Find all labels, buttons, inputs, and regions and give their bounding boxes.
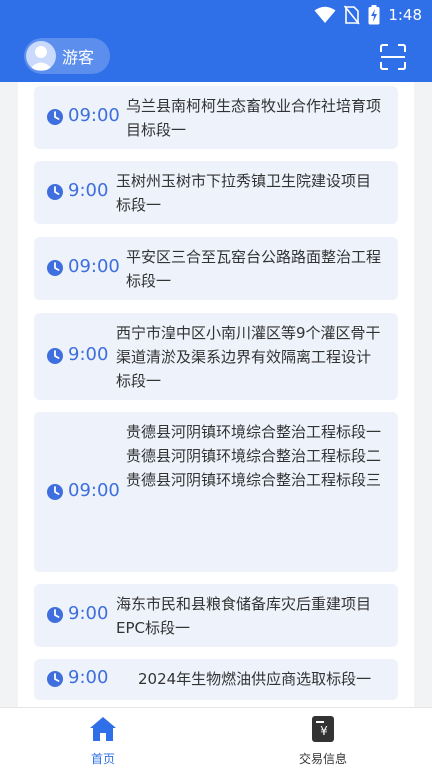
clock-icon — [47, 260, 63, 276]
schedule-title: 贵德县河阴镇环境综合整治工程标段一 — [126, 423, 382, 441]
nav-trade-info-label: 交易信息 — [298, 752, 347, 766]
user-icon — [29, 46, 53, 70]
clock-icon — [47, 348, 63, 364]
schedule-titles: 玉树州玉树市下拉秀镇卫生院建设项目标段一 — [116, 169, 384, 217]
trade-info-icon: ¥ — [312, 716, 334, 742]
clock-icon — [47, 109, 63, 125]
bottom-navigation: 首页 ¥ 交易信息 — [0, 707, 432, 768]
clock-icon — [47, 671, 63, 687]
schedule-titles: 平安区三合至瓦窑台公路路面整治工程标段一 — [126, 245, 384, 293]
clock-icon — [47, 184, 63, 200]
no-sim-icon — [344, 5, 360, 25]
schedule-title: 西宁市湟中区小南川灌区等9个灌区骨干渠道清淤及渠系边界有效隔离工程设计标段一 — [116, 324, 381, 390]
schedule-titles: 贵德县河阴镇环境综合整治工程标段一 贵德县河阴镇环境综合整治工程标段二 贵德县河阴镇… — [126, 420, 384, 492]
scan-icon[interactable] — [380, 44, 406, 70]
schedule-title: 海东市民和县粮食储备库灾后重建项目 EPC标段一 — [116, 595, 372, 637]
schedule-item[interactable]: 09:00 平安区三合至瓦窑台公路路面整治工程标段一 — [34, 237, 398, 300]
nav-home-label: 首页 — [90, 752, 115, 766]
schedule-title: 平安区三合至瓦窑台公路路面整治工程标段一 — [126, 248, 382, 290]
clock-icon — [47, 607, 63, 623]
status-time: 1:48 — [388, 6, 422, 24]
schedule-title: 乌兰县南柯柯生态畜牧业合作社培育项目标段一 — [126, 97, 382, 139]
wifi-icon — [314, 6, 336, 23]
schedule-title: 2024年生物燃油供应商选取标段一 — [138, 670, 372, 688]
schedule-time: 9:00 — [68, 603, 109, 624]
schedule-item[interactable]: 9:00 西宁市湟中区小南川灌区等9个灌区骨干渠道清淤及渠系边界有效隔离工程设计标… — [34, 313, 398, 400]
avatar — [26, 41, 56, 71]
schedule-time: 9:00 — [68, 344, 109, 365]
schedule-title: 玉树州玉树市下拉秀镇卫生院建设项目标段一 — [116, 172, 372, 214]
schedule-item[interactable]: 9:00 2024年生物燃油供应商选取标段一 — [34, 659, 398, 700]
schedule-title: 贵德县河阴镇环境综合整治工程标段三 — [126, 471, 382, 489]
clock-icon — [47, 484, 63, 500]
home-icon — [90, 717, 116, 741]
schedule-time: 09:00 — [68, 480, 120, 501]
schedule-titles: 海东市民和县粮食储备库灾后重建项目 EPC标段一 — [116, 592, 384, 640]
schedule-item[interactable]: 09:00 乌兰县南柯柯生态畜牧业合作社培育项目标段一 — [34, 86, 398, 149]
nav-home[interactable]: 首页 — [58, 714, 148, 768]
status-bar: 1:48 — [0, 0, 432, 30]
guest-profile-button[interactable]: 游客 — [24, 38, 110, 74]
schedule-time: 09:00 — [68, 256, 120, 277]
schedule-time: 09:00 — [68, 105, 120, 126]
app-header: 1:48 游客 — [0, 0, 432, 82]
schedule-title: 贵德县河阴镇环境综合整治工程标段二 — [126, 447, 382, 465]
schedule-time: 9:00 — [68, 667, 109, 688]
svg-text:¥: ¥ — [320, 724, 328, 738]
nav-trade-info[interactable]: ¥ 交易信息 — [278, 714, 368, 768]
schedule-titles: 2024年生物燃油供应商选取标段一 — [138, 667, 384, 691]
schedule-titles: 西宁市湟中区小南川灌区等9个灌区骨干渠道清淤及渠系边界有效隔离工程设计标段一 — [116, 321, 384, 393]
guest-label: 游客 — [62, 48, 95, 67]
schedule-item[interactable]: 9:00 玉树州玉树市下拉秀镇卫生院建设项目标段一 — [34, 161, 398, 224]
schedule-item[interactable]: 09:00 贵德县河阴镇环境综合整治工程标段一 贵德县河阴镇环境综合整治工程标段二贵… — [34, 412, 398, 572]
schedule-item[interactable]: 9:00 海东市民和县粮食储备库灾后重建项目 EPC标段一 — [34, 584, 398, 647]
schedule-titles: 乌兰县南柯柯生态畜牧业合作社培育项目标段一 — [126, 94, 384, 142]
battery-charging-icon — [368, 5, 380, 25]
schedule-time: 9:00 — [68, 180, 109, 201]
